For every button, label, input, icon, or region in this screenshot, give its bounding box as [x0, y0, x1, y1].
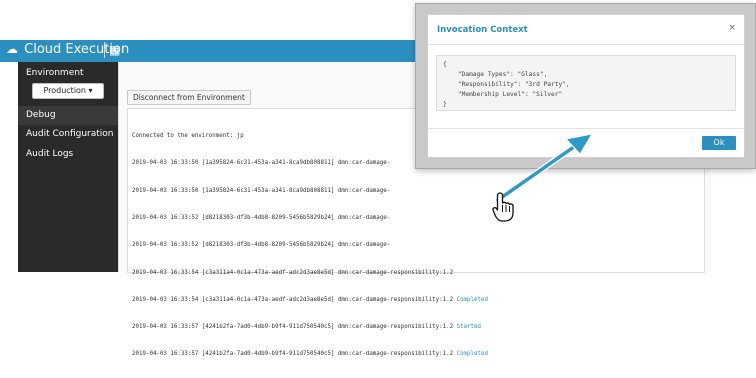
environment-label: Environment — [26, 68, 84, 78]
ok-button[interactable]: Ok — [702, 136, 736, 150]
code-line: "Damage Types": "Glass", — [443, 71, 548, 78]
modal-divider — [428, 128, 744, 129]
context-json-box: { "Damage Types": "Glass", "Responsibili… — [436, 55, 736, 111]
log-line: 2019-04-03 16:33:52 [d8218303-df3b-4db8-… — [132, 242, 391, 249]
sidebar: Environment Production ▾ Debug Audit Con… — [18, 62, 118, 272]
disconnect-button[interactable]: Disconnect from Environment — [127, 90, 251, 105]
code-line: "Responsibility": "3rd Party", — [443, 81, 570, 88]
status-link[interactable]: Completed — [457, 351, 488, 357]
status-link[interactable]: Completed — [457, 297, 488, 303]
modal-divider — [428, 44, 744, 45]
environment-select[interactable]: Production ▾ — [32, 83, 104, 99]
modal-title: Invocation Context — [437, 25, 528, 35]
close-icon[interactable]: × — [728, 23, 736, 33]
log-line: 2019-04-03 16:33:54 [c3a311a4-0c1a-473a-… — [132, 296, 488, 303]
code-line: } — [443, 101, 447, 108]
status-link[interactable]: Started — [457, 324, 481, 330]
code-line: { — [443, 61, 447, 68]
invocation-context-modal: Invocation Context × { "Damage Types": "… — [427, 14, 745, 158]
apps-grid-icon[interactable]: ▦ — [104, 42, 123, 58]
log-line: 2019-04-03 16:33:57 [4241b2fa-7ad0-4db9-… — [132, 351, 488, 358]
log-line: 2019-04-03 16:33:54 [c3a311a4-0c1a-473a-… — [132, 269, 457, 276]
sidebar-item-audit-logs[interactable]: Audit Logs — [18, 145, 118, 164]
sidebar-item-audit-configuration[interactable]: Audit Configuration — [18, 125, 118, 144]
code-line: "Membership Level": "Silver" — [443, 91, 563, 98]
sidebar-item-debug[interactable]: Debug — [18, 106, 118, 125]
cloud-icon: ☁ — [6, 42, 18, 56]
modal-backdrop-frame: Invocation Context × { "Damage Types": "… — [415, 3, 756, 169]
log-line: 2019-04-03 16:33:52 [d8218303-df3b-4db8-… — [132, 215, 391, 222]
log-line: 2019-04-03 16:33:50 [1a395824-6c31-453a-… — [132, 187, 391, 194]
log-line: 2019-04-03 16:33:57 [4241b2fa-7ad0-4db9-… — [132, 324, 482, 331]
